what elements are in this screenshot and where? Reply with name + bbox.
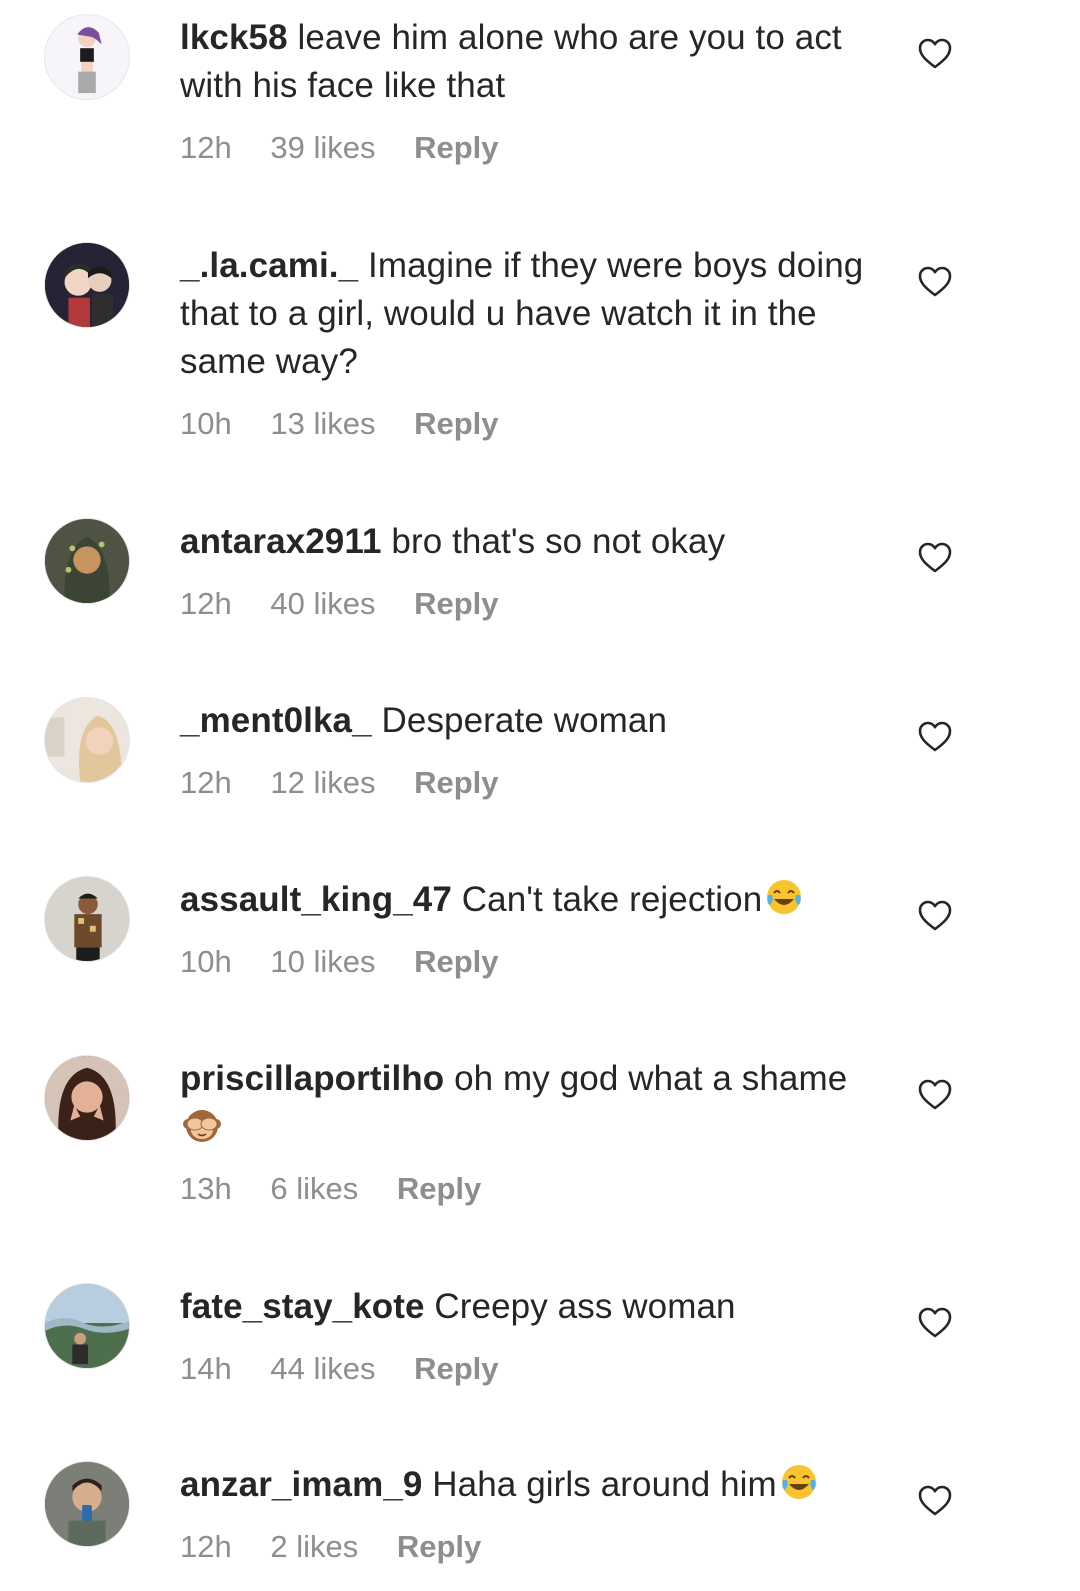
reply-button[interactable]: Reply [397,1527,481,1567]
comment-likes[interactable]: 13 likes [270,404,375,444]
avatar[interactable] [44,14,130,100]
comment-text-line: assault_king_47 Can't take rejection [180,876,880,924]
avatar-image [45,877,129,961]
comment-likes[interactable]: 40 likes [270,584,375,624]
comment-body: lkck58 leave him alone who are you to ac… [180,14,880,168]
comment-meta: 13h 6 likes Reply [180,1169,880,1209]
reply-button[interactable]: Reply [414,942,498,982]
avatar[interactable] [44,518,130,604]
comment-time: 10h [180,406,232,441]
avatar-image [45,15,129,99]
face-with-tears-of-joy-emoji-icon [764,877,804,917]
comment-likes[interactable]: 12 likes [270,763,375,803]
avatar[interactable] [44,876,130,962]
comment-text: Can't take rejection [461,880,763,919]
comment-likes[interactable]: 2 likes [270,1527,358,1567]
comment-meta: 14h 44 likes Reply [180,1349,880,1389]
comment-time: 12h [180,130,232,165]
like-heart-icon[interactable] [918,266,952,298]
comment-username[interactable]: _ment0lka_ [180,701,372,740]
comment-body: fate_stay_kote Creepy ass woman 14h 44 l… [180,1283,880,1389]
like-heart-icon[interactable] [918,1307,952,1339]
comment-meta: 12h 40 likes Reply [180,584,880,624]
avatar-image [45,1462,129,1546]
comment-text: oh my god what a shame [454,1059,848,1098]
reply-button[interactable]: Reply [414,763,498,803]
comment-body: antarax2911 bro that's so not okay 12h 4… [180,518,880,624]
avatar-image [45,1284,129,1368]
comment-text: bro that's so not okay [391,522,726,561]
comment-meta: 12h 2 likes Reply [180,1527,880,1567]
comment-username[interactable]: priscillaportilho [180,1059,444,1098]
comment-username[interactable]: fate_stay_kote [180,1287,425,1326]
comment-meta: 10h 13 likes Reply [180,404,880,444]
comment-text-line: priscillaportilho oh my god what a shame [180,1055,880,1151]
comment-time: 12h [180,586,232,621]
comment-likes[interactable]: 6 likes [270,1169,358,1209]
comment-time: 14h [180,1351,232,1386]
like-heart-icon[interactable] [918,900,952,932]
reply-button[interactable]: Reply [414,404,498,444]
comment-likes[interactable]: 10 likes [270,942,375,982]
comment-time: 13h [180,1171,232,1206]
comment-time: 10h [180,944,232,979]
reply-button[interactable]: Reply [414,1349,498,1389]
avatar[interactable] [44,242,130,328]
avatar[interactable] [44,1283,130,1369]
comment-text: Desperate woman [381,701,668,740]
avatar-image [45,698,129,782]
avatar[interactable] [44,697,130,783]
avatar-image [45,519,129,603]
comment-text-line: _ment0lka_ Desperate woman [180,697,880,745]
comment-text-line: fate_stay_kote Creepy ass woman [180,1283,880,1331]
reply-button[interactable]: Reply [397,1169,481,1209]
comment-text: Haha girls around him [432,1465,777,1504]
reply-button[interactable]: Reply [414,584,498,624]
comment-text-line: antarax2911 bro that's so not okay [180,518,880,566]
comment-time: 12h [180,1529,232,1564]
comment-body: priscillaportilho oh my god what a shame… [180,1055,880,1209]
comment-likes[interactable]: 39 likes [270,128,375,168]
like-heart-icon[interactable] [918,1079,952,1111]
comment-username[interactable]: antarax2911 [180,522,382,561]
like-heart-icon[interactable] [918,721,952,753]
comment-likes[interactable]: 44 likes [270,1349,375,1389]
comment-time: 12h [180,765,232,800]
comment-text-line: _.la.cami._ Imagine if they were boys do… [180,242,880,386]
avatar[interactable] [44,1461,130,1547]
comment-body: anzar_imam_9 Haha girls around him 12h 2… [180,1461,880,1567]
comment-body: assault_king_47 Can't take rejection 10h… [180,876,880,982]
reply-button[interactable]: Reply [414,128,498,168]
comment-meta: 12h 12 likes Reply [180,763,880,803]
comment-text-line: anzar_imam_9 Haha girls around him [180,1461,880,1509]
see-no-evil-monkey-emoji-icon [182,1104,222,1144]
comment-body: _.la.cami._ Imagine if they were boys do… [180,242,880,444]
like-heart-icon[interactable] [918,542,952,574]
avatar-image [45,1056,129,1140]
comment-text: Creepy ass woman [434,1287,736,1326]
avatar[interactable] [44,1055,130,1141]
comment-meta: 12h 39 likes Reply [180,128,880,168]
face-with-tears-of-joy-emoji-icon [779,1462,819,1502]
avatar-image [45,243,129,327]
comment-username[interactable]: assault_king_47 [180,880,452,919]
like-heart-icon[interactable] [918,38,952,70]
comment-username[interactable]: _.la.cami._ [180,246,358,285]
comment-meta: 10h 10 likes Reply [180,942,880,982]
comment-username[interactable]: lkck58 [180,18,288,57]
comment-body: _ment0lka_ Desperate woman 12h 12 likes … [180,697,880,803]
comment-text-line: lkck58 leave him alone who are you to ac… [180,14,880,110]
like-heart-icon[interactable] [918,1485,952,1517]
comment-username[interactable]: anzar_imam_9 [180,1465,422,1504]
